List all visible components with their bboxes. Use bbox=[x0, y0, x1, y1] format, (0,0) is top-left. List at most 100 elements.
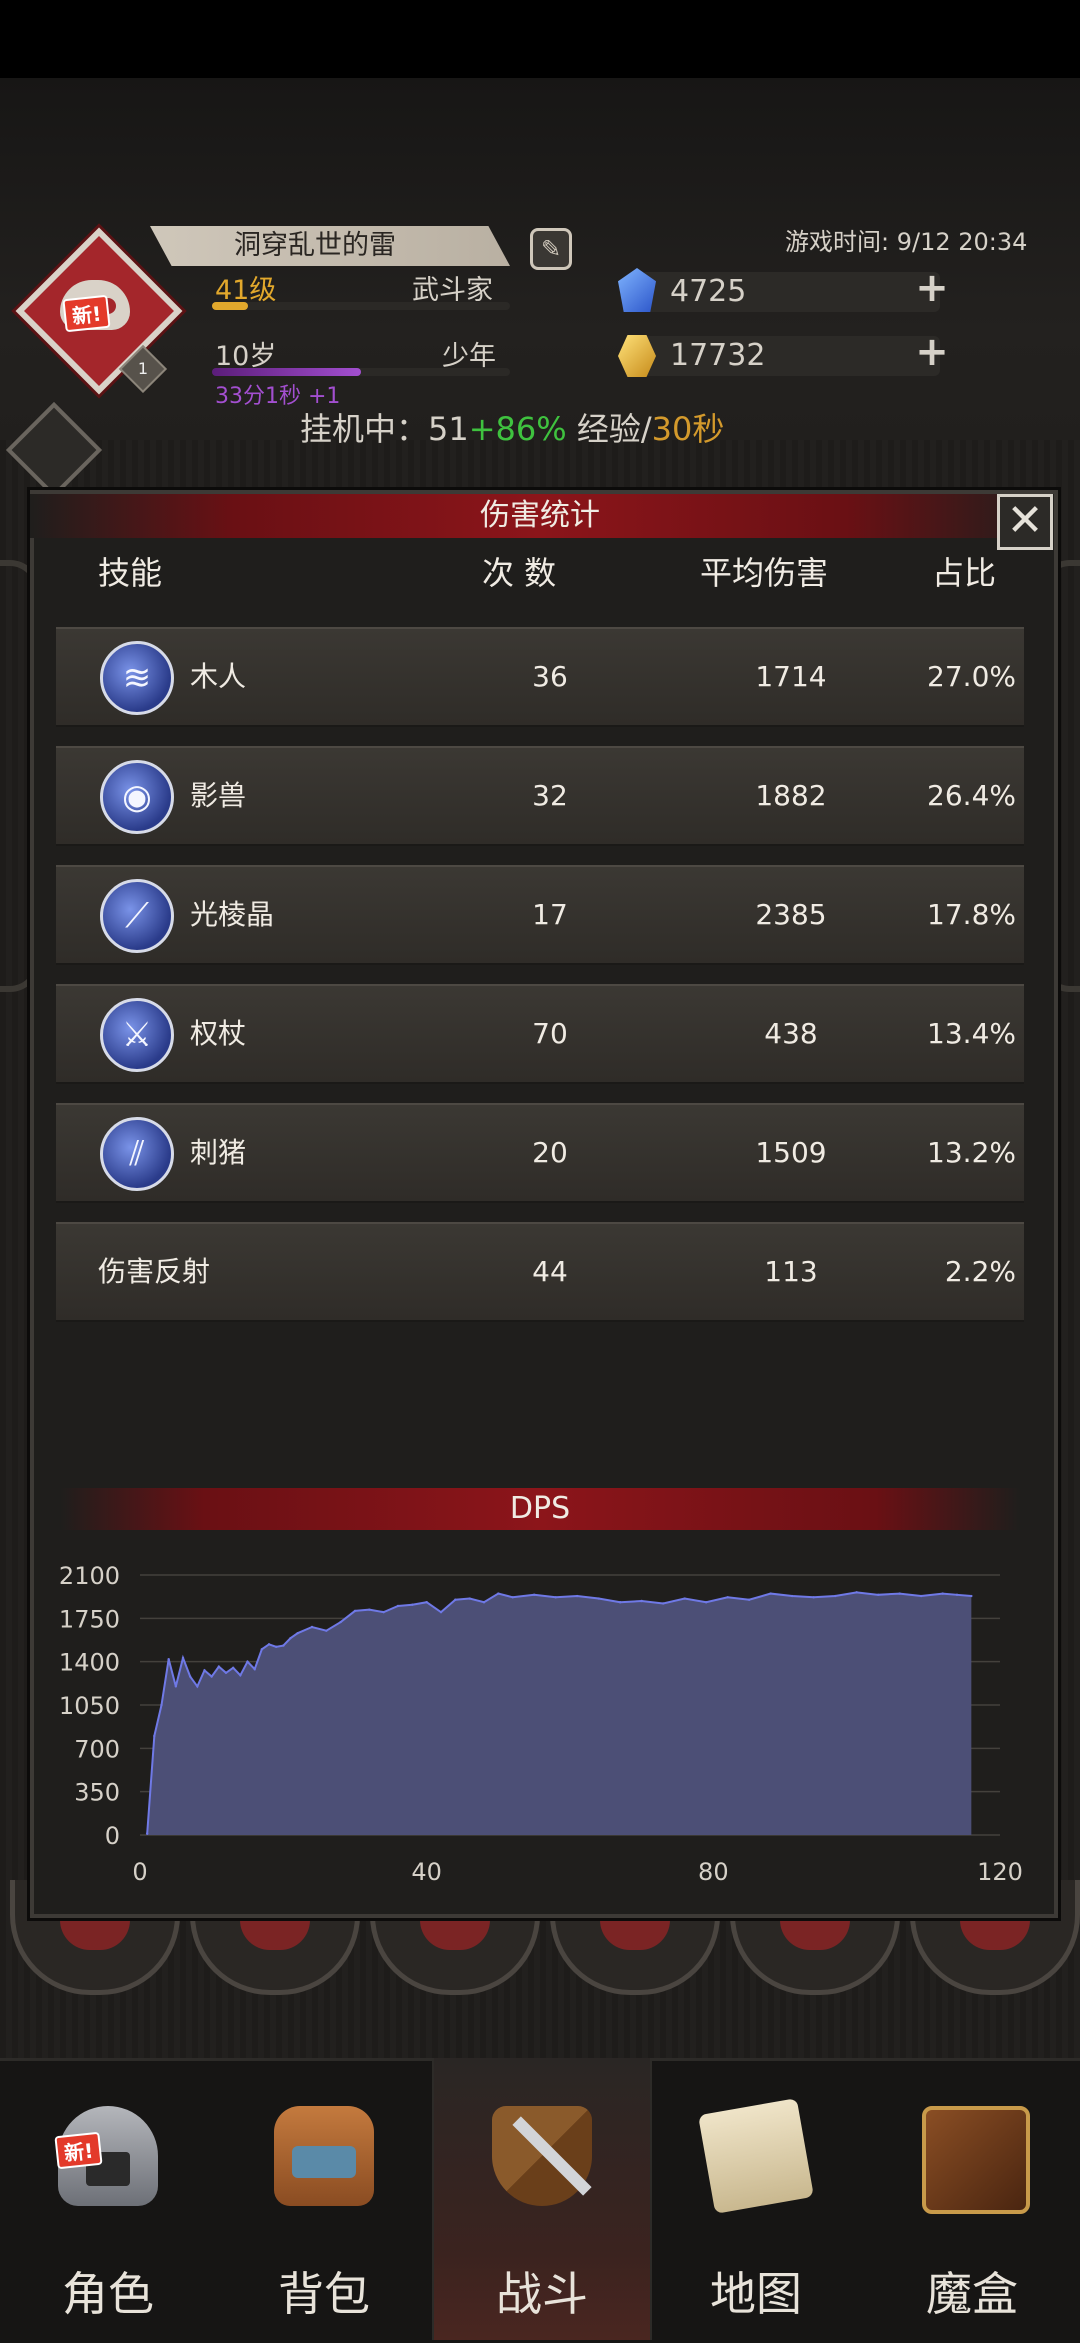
skill-name: 光棱晶 bbox=[190, 898, 275, 931]
add-blue-gem-button[interactable]: + bbox=[915, 268, 949, 308]
column-header-count: 次 数 bbox=[482, 554, 557, 592]
dps-point bbox=[955, 1593, 959, 1597]
dps-point bbox=[497, 1592, 500, 1595]
afk-status: 挂机中：51+86% 经验/30秒 bbox=[300, 404, 724, 450]
hit-count: 70 bbox=[532, 1017, 568, 1050]
scepter-skill-icon: ⚔ bbox=[100, 998, 174, 1072]
column-header-skill: 技能 bbox=[98, 554, 163, 592]
nav-label: 魔盒 bbox=[926, 2267, 1018, 2321]
table-row: ⟋ 光棱晶 17 2385 17.8% bbox=[56, 865, 1024, 965]
dps-point bbox=[482, 1601, 486, 1604]
dps-point bbox=[353, 1609, 357, 1613]
dps-point bbox=[812, 1596, 815, 1599]
dps-point bbox=[274, 1645, 278, 1649]
nav-item-magic-box[interactable]: 魔盒 bbox=[864, 2058, 1080, 2340]
modal-title: 伤害统计 bbox=[480, 498, 600, 533]
avg-damage: 1882 bbox=[755, 779, 827, 812]
skill-name: 伤害反射 bbox=[98, 1255, 211, 1288]
new-badge: 新! bbox=[54, 2131, 103, 2170]
x-tick-label: 80 bbox=[698, 1858, 729, 1886]
dps-point bbox=[575, 1594, 579, 1598]
dps-point bbox=[411, 1603, 414, 1606]
add-gold-gem-button[interactable]: + bbox=[915, 332, 949, 372]
dps-point bbox=[855, 1591, 858, 1594]
avg-damage: 1509 bbox=[755, 1136, 827, 1169]
dps-point bbox=[554, 1596, 557, 1599]
dps-point bbox=[160, 1703, 163, 1707]
new-badge: 新! bbox=[62, 294, 111, 333]
dps-point bbox=[267, 1643, 271, 1646]
dps-point bbox=[425, 1601, 428, 1604]
avg-damage: 438 bbox=[764, 1017, 818, 1050]
dps-point bbox=[439, 1610, 443, 1614]
dps-point bbox=[253, 1667, 256, 1671]
dps-point bbox=[382, 1610, 385, 1614]
hit-count: 20 bbox=[532, 1136, 568, 1169]
y-tick-label: 350 bbox=[74, 1779, 120, 1807]
dps-point bbox=[260, 1648, 264, 1651]
dps-point bbox=[790, 1594, 794, 1598]
dps-point bbox=[532, 1593, 536, 1597]
dps-point bbox=[188, 1675, 192, 1678]
x-tick-label: 40 bbox=[411, 1858, 442, 1886]
dps-point bbox=[597, 1597, 600, 1600]
hit-count: 17 bbox=[532, 898, 568, 931]
y-tick-label: 700 bbox=[74, 1735, 120, 1763]
afk-time: 30秒 bbox=[651, 410, 725, 448]
skill-name: 影兽 bbox=[190, 779, 247, 812]
column-header-pct: 占比 bbox=[932, 554, 997, 592]
close-button[interactable]: ✕ bbox=[997, 494, 1053, 550]
dps-point bbox=[661, 1602, 665, 1605]
column-header-avg: 平均伤害 bbox=[700, 554, 829, 592]
dps-point bbox=[618, 1601, 622, 1604]
dps-point bbox=[970, 1594, 973, 1598]
damage-pct: 26.4% bbox=[927, 779, 1016, 812]
table-row: ◉ 影兽 32 1882 26.4% bbox=[56, 746, 1024, 846]
skill-glyph: ⚔ bbox=[121, 1015, 153, 1055]
age-bar-fill bbox=[212, 368, 361, 376]
damage-pct: 13.4% bbox=[927, 1017, 1016, 1050]
y-tick-label: 1050 bbox=[59, 1692, 120, 1720]
beast-skill-icon: ◉ bbox=[100, 760, 174, 834]
exp-bar bbox=[212, 302, 510, 310]
dps-point bbox=[511, 1596, 514, 1599]
y-tick-label: 2100 bbox=[59, 1562, 120, 1590]
dps-point bbox=[167, 1657, 170, 1661]
avg-damage: 113 bbox=[764, 1255, 818, 1288]
dps-point bbox=[640, 1599, 643, 1603]
player-name: 洞穿乱世的雷 bbox=[234, 230, 396, 261]
dps-point bbox=[468, 1597, 471, 1600]
nav-item-battle[interactable]: 战斗 bbox=[432, 2058, 652, 2340]
nav-item-map[interactable]: 地图 bbox=[648, 2058, 864, 2340]
nav-item-role[interactable]: 新! 角色 bbox=[0, 2058, 216, 2340]
afk-prefix: 挂机中：51 bbox=[300, 410, 469, 448]
scroll-map-icon bbox=[698, 2098, 814, 2214]
dps-area bbox=[147, 1592, 972, 1835]
dps-point bbox=[217, 1665, 221, 1668]
exp-bar-fill bbox=[212, 302, 248, 310]
dps-point bbox=[704, 1601, 708, 1604]
dps-title: DPS bbox=[509, 1491, 571, 1526]
skill-glyph: ⫽ bbox=[129, 1134, 145, 1174]
dps-point bbox=[769, 1592, 772, 1595]
nav-label: 角色 bbox=[62, 2267, 154, 2321]
edit-name-icon[interactable]: ✎ bbox=[530, 228, 572, 270]
nav-item-bag[interactable]: 背包 bbox=[216, 2058, 432, 2340]
dps-point bbox=[196, 1685, 199, 1688]
dps-point bbox=[203, 1669, 206, 1672]
dps-point bbox=[231, 1666, 235, 1670]
table-row: 伤害反射 44 113 2.2% bbox=[56, 1222, 1024, 1322]
sword-shield-icon bbox=[492, 2106, 592, 2206]
backpack-icon bbox=[274, 2106, 374, 2206]
age-bar bbox=[212, 368, 510, 376]
dps-point bbox=[282, 1644, 285, 1647]
dps-point bbox=[726, 1596, 729, 1599]
skill-glyph: ⟋ bbox=[125, 896, 149, 936]
skill-name: 木人 bbox=[190, 660, 247, 693]
nav-label: 战斗 bbox=[496, 2267, 588, 2321]
dps-point bbox=[396, 1604, 400, 1608]
nav-label: 地图 bbox=[710, 2267, 802, 2321]
skill-glyph: ≋ bbox=[122, 658, 152, 698]
table-row: ⫽ 刺猪 20 1509 13.2% bbox=[56, 1103, 1024, 1203]
dps-point bbox=[246, 1660, 249, 1663]
